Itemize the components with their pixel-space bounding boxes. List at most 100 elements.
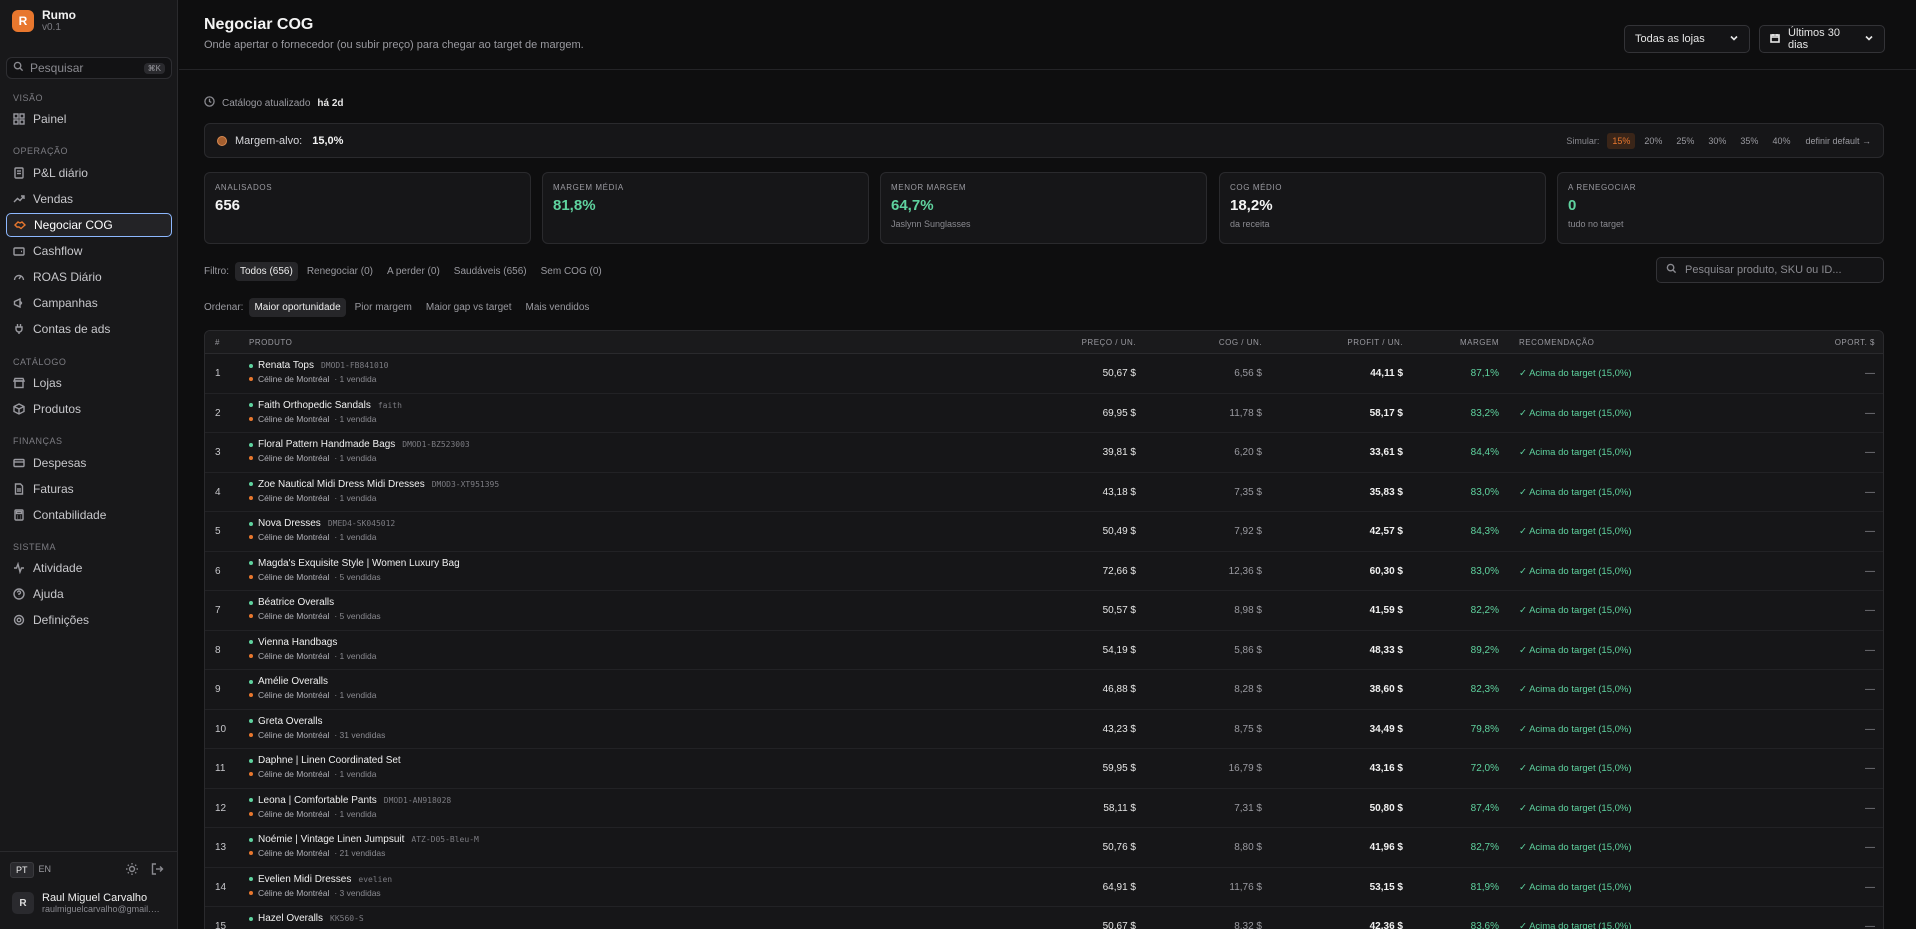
cog-cell[interactable]: 7,31 $	[1162, 803, 1262, 814]
col-margem[interactable]: MARGEM	[1419, 338, 1499, 347]
sidebar-search-input[interactable]: Pesquisar ⌘K	[6, 57, 172, 79]
sidebar-item-painel[interactable]: Painel	[6, 107, 172, 131]
sidebar-item-faturas[interactable]: Faturas	[6, 477, 172, 501]
product-search-input[interactable]: Pesquisar produto, SKU ou ID...	[1656, 257, 1884, 283]
cog-cell[interactable]: 11,78 $	[1162, 408, 1262, 419]
col-produto[interactable]: PRODUTO	[249, 338, 292, 347]
product-name[interactable]: Floral Pattern Handmade Bags	[258, 439, 395, 450]
cog-cell[interactable]: 16,79 $	[1162, 763, 1262, 774]
logout-icon[interactable]	[150, 862, 164, 876]
filter-todos[interactable]: Todos (656)	[235, 262, 298, 281]
col-preco[interactable]: PREÇO / UN.	[1036, 338, 1136, 347]
table-row[interactable]: 11 Daphne | Linen Coordinated Set Céline…	[205, 749, 1883, 789]
col-profit[interactable]: PROFIT / UN.	[1303, 338, 1403, 347]
filter-renegociar[interactable]: Renegociar (0)	[302, 262, 378, 281]
table-row[interactable]: 13 Noémie | Vintage Linen Jumpsuit ATZ-D…	[205, 828, 1883, 868]
theme-toggle-sun-icon[interactable]	[125, 862, 139, 876]
product-name[interactable]: Nova Dresses	[258, 518, 321, 529]
product-name[interactable]: Hazel Overalls	[258, 913, 323, 924]
lang-en-button[interactable]: EN	[34, 862, 57, 878]
table-row[interactable]: 14 Evelien Midi Dresses evelien Céline d…	[205, 868, 1883, 907]
product-name[interactable]: Leona | Comfortable Pants	[258, 795, 377, 806]
table-row[interactable]: 6 Magda's Exquisite Style | Women Luxury…	[205, 552, 1883, 591]
table-row[interactable]: 2 Faith Orthopedic Sandals faith Céline …	[205, 394, 1883, 433]
period-select[interactable]: Últimos 30 dias	[1759, 25, 1885, 53]
table-row[interactable]: 5 Nova Dresses DMED4-SK045012 Céline de …	[205, 512, 1883, 552]
table-row[interactable]: 12 Leona | Comfortable Pants DMOD1-AN918…	[205, 789, 1883, 828]
sidebar-item-cashflow[interactable]: Cashflow	[6, 239, 172, 263]
sidebar-item-campanhas[interactable]: Campanhas	[6, 291, 172, 315]
simulate-option-30[interactable]: 30%	[1703, 133, 1731, 149]
receipt-icon	[13, 167, 25, 179]
app-name: Rumo	[42, 8, 76, 22]
simulate-option-15[interactable]: 15%	[1607, 132, 1636, 149]
target-value[interactable]: 15,0%	[312, 135, 343, 147]
product-name[interactable]: Béatrice Overalls	[258, 597, 334, 608]
cog-cell[interactable]: 11,76 $	[1162, 882, 1262, 893]
simulate-option-40[interactable]: 40%	[1767, 133, 1795, 149]
set-default-link[interactable]: definir default →	[1805, 136, 1871, 146]
sidebar-item-contas-ads[interactable]: Contas de ads	[6, 317, 172, 341]
sort-mais-vendidos[interactable]: Mais vendidos	[521, 298, 595, 317]
table-row[interactable]: 1 Renata Tops DMOD1-FB841010 Céline de M…	[205, 354, 1883, 394]
product-name[interactable]: Greta Overalls	[258, 716, 322, 727]
table-row[interactable]: 7 Béatrice Overalls Céline de Montréal ·…	[205, 591, 1883, 631]
lang-pt-button[interactable]: PT	[10, 862, 34, 878]
product-name[interactable]: Daphne | Linen Coordinated Set	[258, 755, 401, 766]
sidebar-item-roas[interactable]: ROAS Diário	[6, 265, 172, 289]
table-row[interactable]: 9 Amélie Overalls Céline de Montréal · 1…	[205, 670, 1883, 710]
cog-cell[interactable]: 8,32 $	[1162, 921, 1262, 929]
filter-sem-cog[interactable]: Sem COG (0)	[536, 262, 607, 281]
cog-cell[interactable]: 5,86 $	[1162, 645, 1262, 656]
table-row[interactable]: 15 Hazel Overalls KK560-S Céline de Mont…	[205, 907, 1883, 929]
brand[interactable]: R Rumo v0.1	[12, 8, 76, 34]
section-visao: VISÃO	[13, 93, 44, 103]
sort-pior-margem[interactable]: Pior margem	[350, 298, 417, 317]
product-name[interactable]: Zoe Nautical Midi Dress Midi Dresses	[258, 479, 425, 490]
simulate-option-35[interactable]: 35%	[1735, 133, 1763, 149]
sort-maior-oportunidade[interactable]: Maior oportunidade	[249, 298, 346, 317]
sidebar-item-ajuda[interactable]: Ajuda	[6, 582, 172, 606]
simulate-option-25[interactable]: 25%	[1671, 133, 1699, 149]
sidebar-item-lojas[interactable]: Lojas	[6, 371, 172, 395]
cog-cell[interactable]: 8,98 $	[1162, 605, 1262, 616]
product-name[interactable]: Vienna Handbags	[258, 637, 337, 648]
cog-cell[interactable]: 7,92 $	[1162, 526, 1262, 537]
store-select[interactable]: Todas as lojas	[1624, 25, 1750, 53]
page-title: Negociar COG	[204, 16, 314, 33]
table-row[interactable]: 3 Floral Pattern Handmade Bags DMOD1-BZ5…	[205, 433, 1883, 473]
sort-maior-gap[interactable]: Maior gap vs target	[421, 298, 517, 317]
product-name[interactable]: Amélie Overalls	[258, 676, 328, 687]
cog-table: # PRODUTO PREÇO / UN. COG / UN. PROFIT /…	[204, 330, 1884, 929]
sidebar-item-contabilidade[interactable]: Contabilidade	[6, 503, 172, 527]
cog-cell[interactable]: 8,80 $	[1162, 842, 1262, 853]
sidebar-item-produtos[interactable]: Produtos	[6, 397, 172, 421]
cog-cell[interactable]: 8,75 $	[1162, 724, 1262, 735]
col-oport[interactable]: OPORT. $	[1835, 338, 1875, 347]
table-row[interactable]: 10 Greta Overalls Céline de Montréal · 3…	[205, 710, 1883, 749]
product-name[interactable]: Faith Orthopedic Sandals	[258, 400, 371, 411]
filter-saudaveis[interactable]: Saudáveis (656)	[449, 262, 532, 281]
sidebar-item-atividade[interactable]: Atividade	[6, 556, 172, 580]
cog-cell[interactable]: 7,35 $	[1162, 487, 1262, 498]
product-name[interactable]: Evelien Midi Dresses	[258, 874, 351, 885]
table-row[interactable]: 4 Zoe Nautical Midi Dress Midi Dresses D…	[205, 473, 1883, 512]
sidebar-item-despesas[interactable]: Despesas	[6, 451, 172, 475]
cog-cell[interactable]: 8,28 $	[1162, 684, 1262, 695]
user-profile[interactable]: R Raul Miguel Carvalho raulmiguelcarvalh…	[12, 892, 162, 914]
sidebar-item-negociar-cog[interactable]: Negociar COG	[6, 213, 172, 237]
cog-cell[interactable]: 6,20 $	[1162, 447, 1262, 458]
cog-cell[interactable]: 6,56 $	[1162, 368, 1262, 379]
col-cog[interactable]: COG / UN.	[1162, 338, 1262, 347]
product-name[interactable]: Magda's Exquisite Style | Women Luxury B…	[258, 558, 460, 569]
simulate-option-20[interactable]: 20%	[1639, 133, 1667, 149]
filter-a-perder[interactable]: A perder (0)	[382, 262, 445, 281]
cog-cell[interactable]: 12,36 $	[1162, 566, 1262, 577]
store-dot-icon	[249, 495, 253, 500]
table-row[interactable]: 8 Vienna Handbags Céline de Montréal · 1…	[205, 631, 1883, 670]
product-name[interactable]: Renata Tops	[258, 360, 314, 371]
product-name[interactable]: Noémie | Vintage Linen Jumpsuit	[258, 834, 404, 845]
sidebar-item-pl[interactable]: P&L diário	[6, 161, 172, 185]
sidebar-item-definicoes[interactable]: Definições	[6, 608, 172, 632]
sidebar-item-vendas[interactable]: Vendas	[6, 187, 172, 211]
